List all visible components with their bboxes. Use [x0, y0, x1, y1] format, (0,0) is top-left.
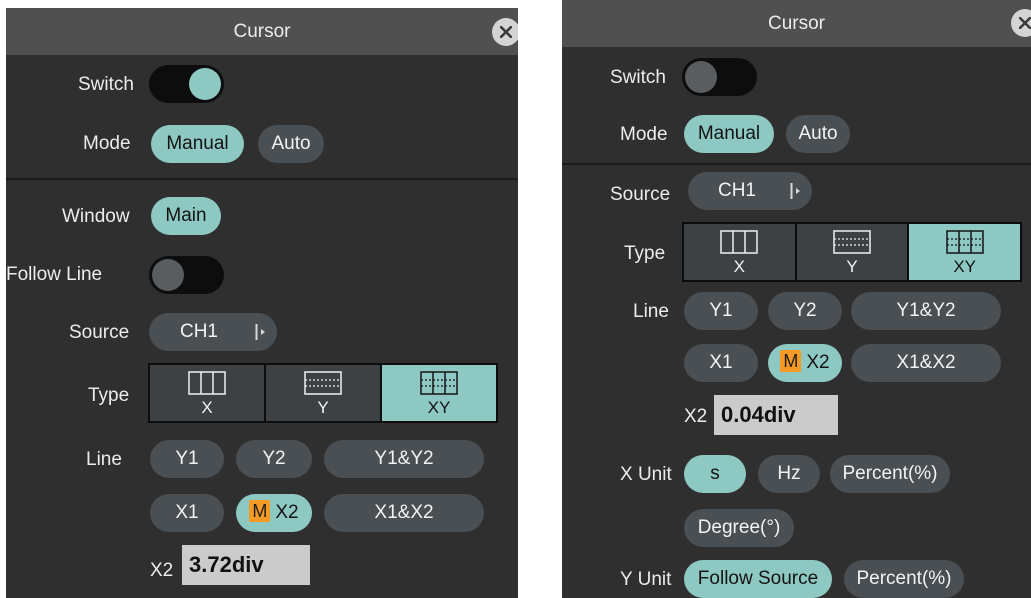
mode-manual-button[interactable]: Manual [151, 125, 244, 163]
divider [562, 163, 1031, 165]
window-main-button[interactable]: Main [151, 197, 221, 235]
type-label: Type [88, 385, 130, 406]
panel-title: Cursor [767, 13, 825, 34]
toggle-knob [685, 61, 717, 93]
source-value: CH1 [717, 180, 756, 201]
line-label: Line [86, 449, 122, 470]
y-unit-follow-source-button[interactable]: Follow Source [684, 560, 832, 598]
cursor-panel-right: Cursor Switch Mode Manual Auto Source CH… [562, 0, 1031, 598]
line-y2-button[interactable]: Y2 [768, 292, 842, 330]
x2-value-input[interactable]: 0.04div [714, 395, 838, 435]
manual-badge: M [249, 500, 271, 522]
grid-cursors-icon [420, 371, 458, 395]
switch-label: Switch [610, 67, 666, 88]
source-label: Source [610, 184, 671, 205]
x-unit-label: X Unit [620, 464, 672, 485]
line-y1y2-button[interactable]: Y1&Y2 [851, 292, 1001, 330]
toggle-knob [152, 259, 184, 291]
window-label: Window [62, 206, 130, 227]
line-x1-button[interactable]: X1 [684, 344, 758, 382]
type-selector: X Y XY [148, 363, 498, 423]
x2-label: X2 [684, 406, 708, 427]
line-x1-button[interactable]: X1 [150, 494, 224, 532]
type-y-label: Y [317, 398, 329, 417]
cursor-panel-left: Cursor Switch Mode Manual Auto Window Ma… [6, 8, 518, 598]
grid-cursors-icon [945, 230, 984, 254]
horizontal-cursors-icon [833, 230, 871, 254]
type-y-option[interactable]: Y [796, 224, 910, 280]
title-bar: Cursor [6, 8, 518, 55]
divider [6, 178, 518, 180]
x-unit-s-button[interactable]: s [684, 455, 746, 493]
follow-line-label: Follow Line [6, 264, 103, 285]
switch-toggle[interactable] [149, 65, 224, 103]
source-select[interactable]: CH1 [688, 172, 812, 210]
manual-badge: M [780, 350, 802, 372]
type-x-option[interactable]: X [684, 224, 797, 280]
y-unit-label: Y Unit [620, 569, 672, 590]
x-unit-degree-button[interactable]: Degree(°) [684, 509, 794, 547]
mode-label: Mode [83, 133, 131, 154]
y-unit-percent-button[interactable]: Percent(%) [844, 560, 964, 598]
close-icon [1019, 17, 1031, 29]
line-y2-button[interactable]: Y2 [236, 440, 312, 478]
type-xy-option[interactable]: XY [382, 365, 496, 421]
submenu-arrow-icon [790, 183, 800, 199]
type-selector: X Y XY [682, 222, 1022, 282]
vertical-cursors-icon [188, 371, 226, 395]
line-x2-button[interactable]: M X2 [768, 344, 842, 382]
type-xy-option[interactable]: XY [909, 224, 1021, 280]
mode-manual-button[interactable]: Manual [684, 115, 774, 153]
mode-auto-button[interactable]: Auto [258, 125, 324, 163]
line-y1-button[interactable]: Y1 [150, 440, 224, 478]
switch-toggle[interactable] [682, 58, 757, 96]
line-y1y2-button[interactable]: Y1&Y2 [324, 440, 484, 478]
mode-label: Mode [620, 124, 668, 145]
source-value: CH1 [179, 321, 218, 342]
type-x-option[interactable]: X [150, 365, 266, 421]
type-xy-label: XY [953, 257, 977, 276]
x2-value-input[interactable]: 3.72div [182, 545, 310, 585]
line-x2-label: X2 [275, 502, 299, 523]
source-label: Source [69, 322, 130, 343]
source-select[interactable]: CH1 [149, 313, 277, 351]
line-x2-label: X2 [806, 352, 830, 373]
line-y1-button[interactable]: Y1 [684, 292, 758, 330]
panel-title: Cursor [233, 21, 291, 42]
toggle-knob [189, 68, 221, 100]
close-button[interactable] [492, 18, 518, 46]
x-unit-percent-button[interactable]: Percent(%) [830, 455, 950, 493]
title-bar: Cursor [562, 0, 1031, 47]
type-xy-label: XY [427, 398, 451, 417]
x-unit-hz-button[interactable]: Hz [758, 455, 820, 493]
close-icon [500, 26, 512, 38]
submenu-arrow-icon [255, 324, 265, 340]
line-x2-button[interactable]: M X2 [236, 494, 312, 532]
type-x-label: X [733, 257, 745, 276]
close-button[interactable] [1011, 9, 1031, 37]
follow-line-toggle[interactable] [149, 256, 224, 294]
type-y-label: Y [846, 257, 858, 276]
vertical-cursors-icon [720, 230, 759, 254]
line-label: Line [633, 301, 669, 322]
line-x1x2-button[interactable]: X1&X2 [851, 344, 1001, 382]
line-x1x2-button[interactable]: X1&X2 [324, 494, 484, 532]
type-x-label: X [201, 398, 213, 417]
type-y-option[interactable]: Y [266, 365, 382, 421]
switch-label: Switch [78, 74, 134, 95]
x2-label: X2 [150, 560, 174, 581]
type-label: Type [624, 243, 666, 264]
horizontal-cursors-icon [304, 371, 342, 395]
mode-auto-button[interactable]: Auto [786, 115, 850, 153]
